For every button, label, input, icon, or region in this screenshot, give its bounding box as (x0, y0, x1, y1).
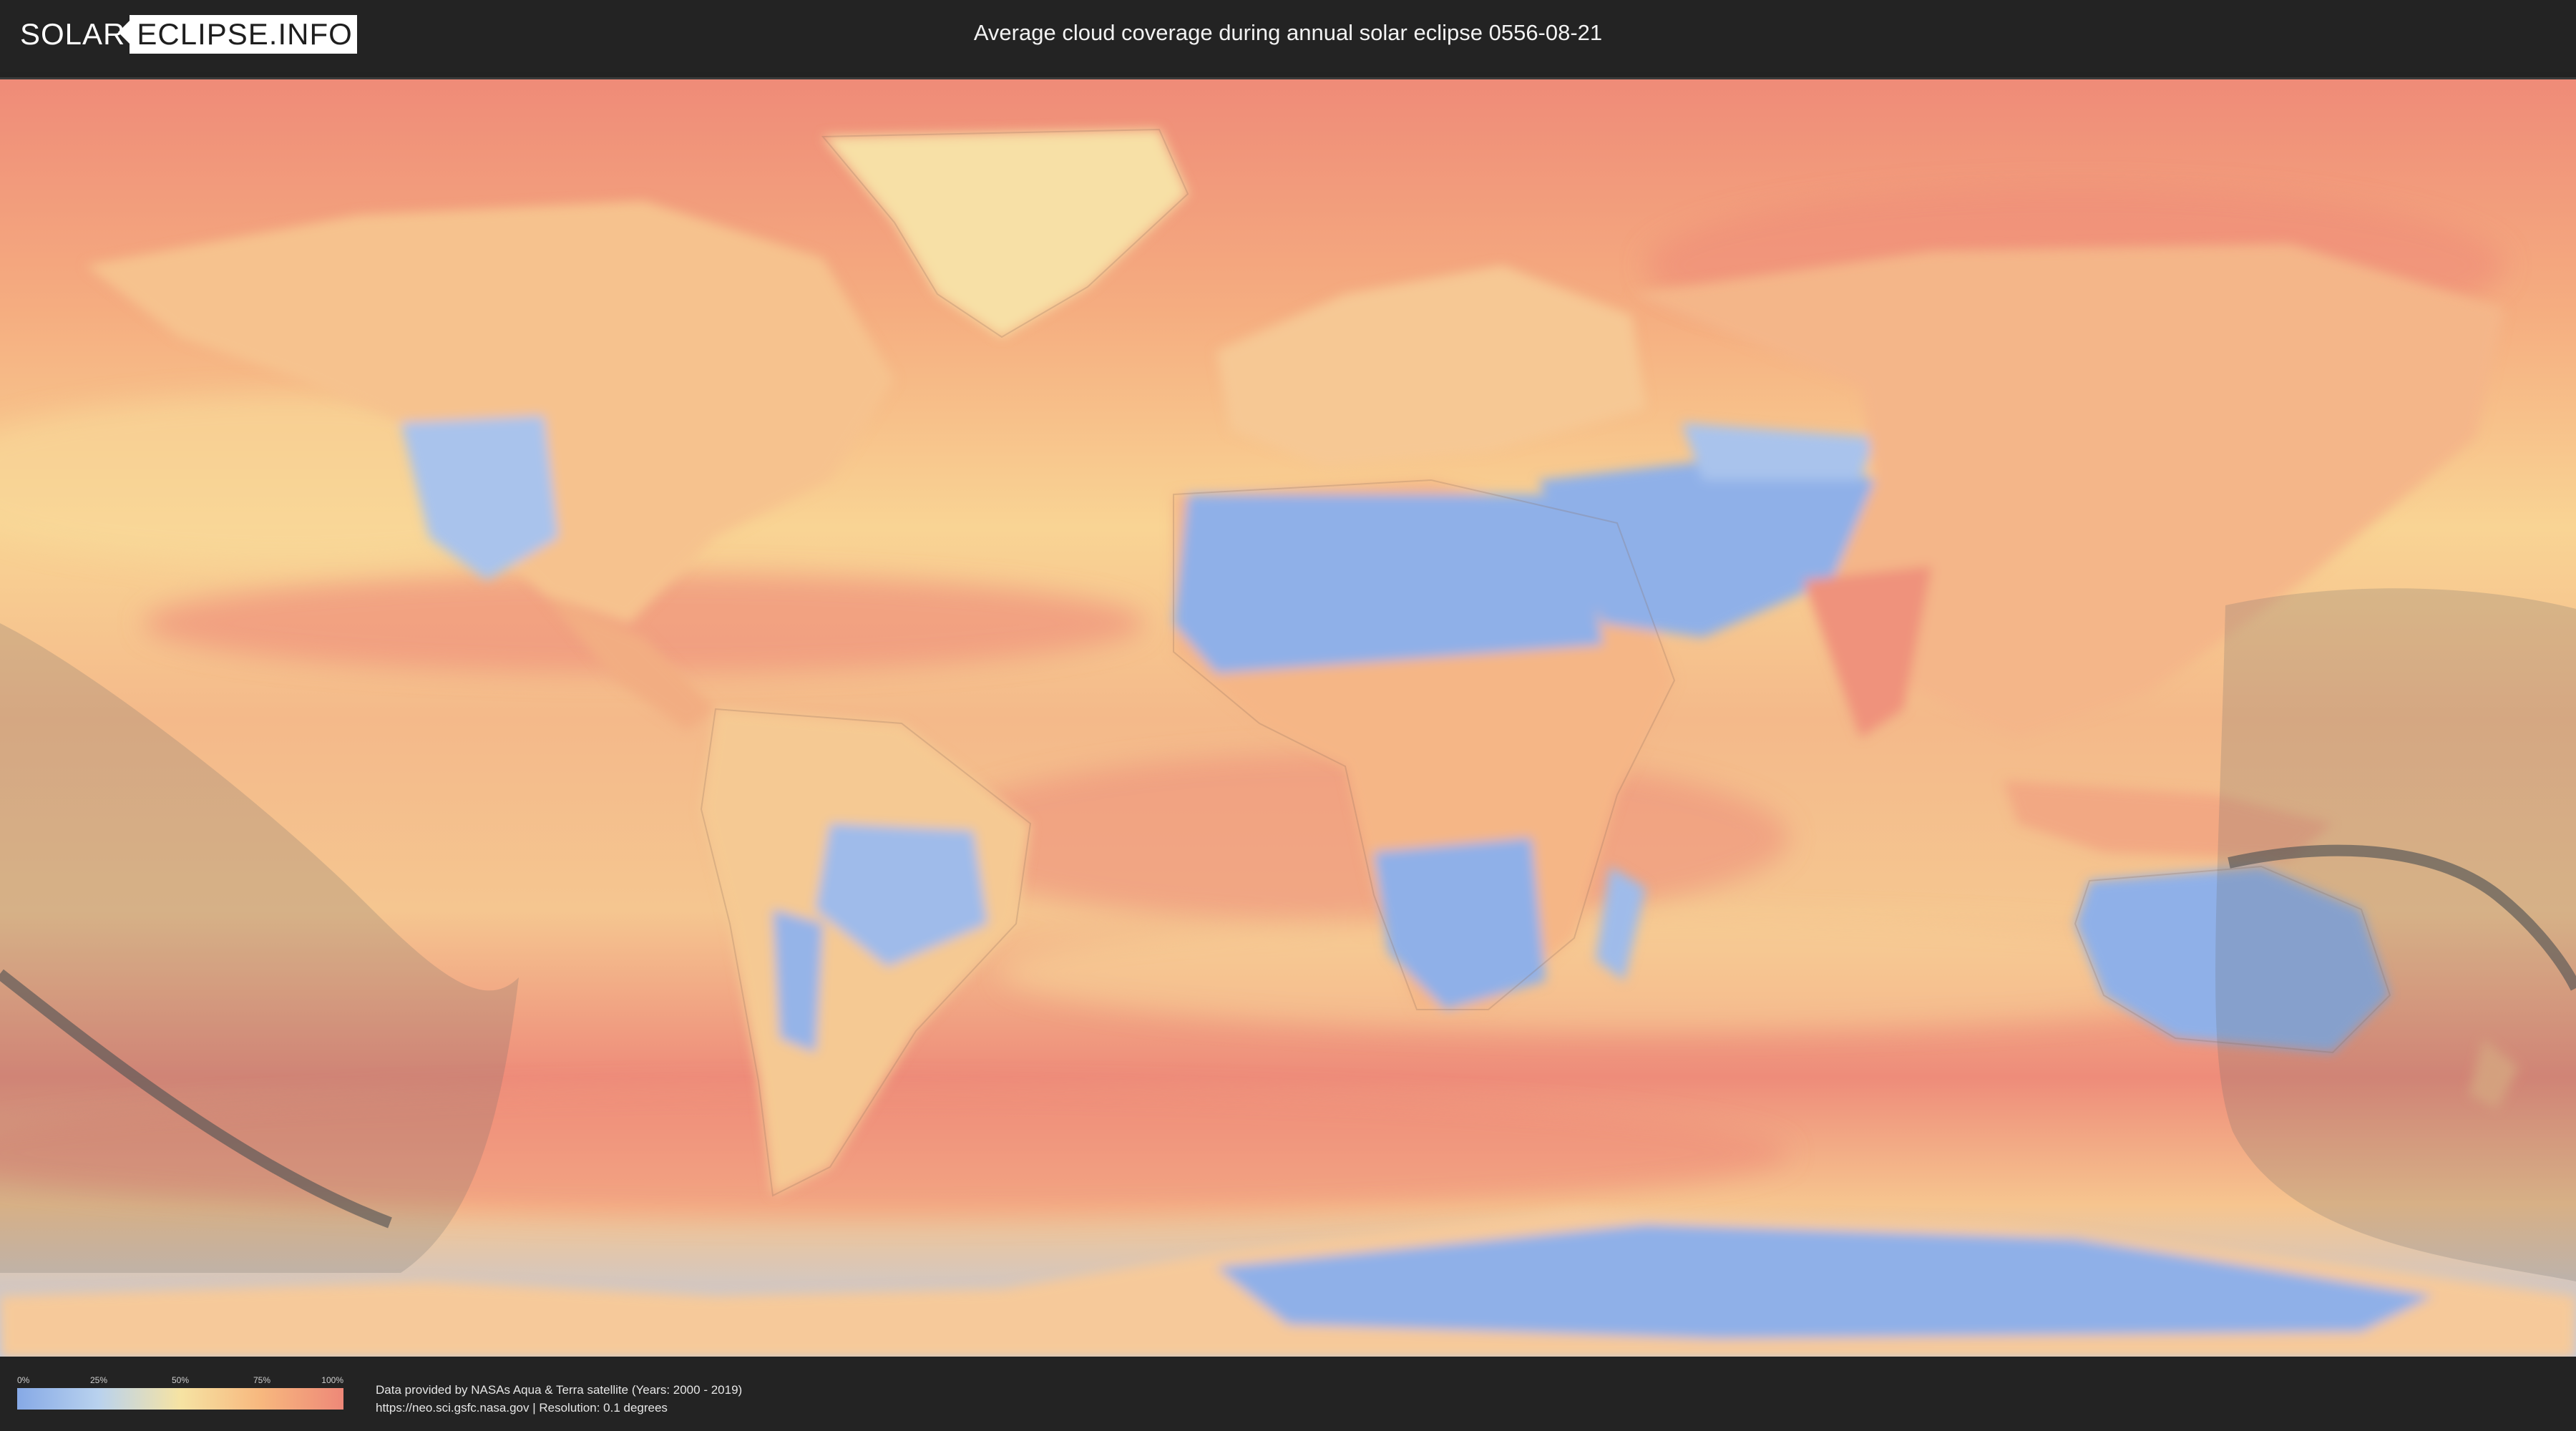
legend-tick-75: 75% (253, 1375, 271, 1385)
footer-bar: 0% 25% 50% 75% 100% Data provided by NAS… (0, 1359, 2576, 1431)
andes-dry-strip (773, 909, 823, 1053)
legend-ticks: 0% 25% 50% 75% 100% (17, 1375, 343, 1388)
legend-tick-100: 100% (321, 1375, 343, 1385)
credit-line-url[interactable]: https://neo.sci.gsfc.nasa.gov | Resoluti… (376, 1399, 742, 1417)
sahara-clear-sky (1174, 494, 1603, 673)
map-canvas (0, 79, 2576, 1357)
cloud-coverage-map[interactable] (0, 77, 2576, 1357)
legend-tick-50: 50% (171, 1375, 190, 1385)
header-bar: SOLAR ECLIPSE.INFO Average cloud coverag… (0, 0, 2576, 72)
legend-tick-25: 25% (89, 1375, 108, 1385)
data-credits: Data provided by NASAs Aqua & Terra sate… (376, 1381, 742, 1417)
legend-tick-0: 0% (17, 1375, 30, 1385)
credit-line-source: Data provided by NASAs Aqua & Terra sate… (376, 1383, 743, 1397)
eclipse-visibility-zone-east (2215, 588, 2576, 1281)
page-title: Average cloud coverage during annual sol… (973, 20, 1603, 45)
legend-color-bar (17, 1388, 343, 1410)
cloud-coverage-legend: 0% 25% 50% 75% 100% (17, 1375, 343, 1410)
